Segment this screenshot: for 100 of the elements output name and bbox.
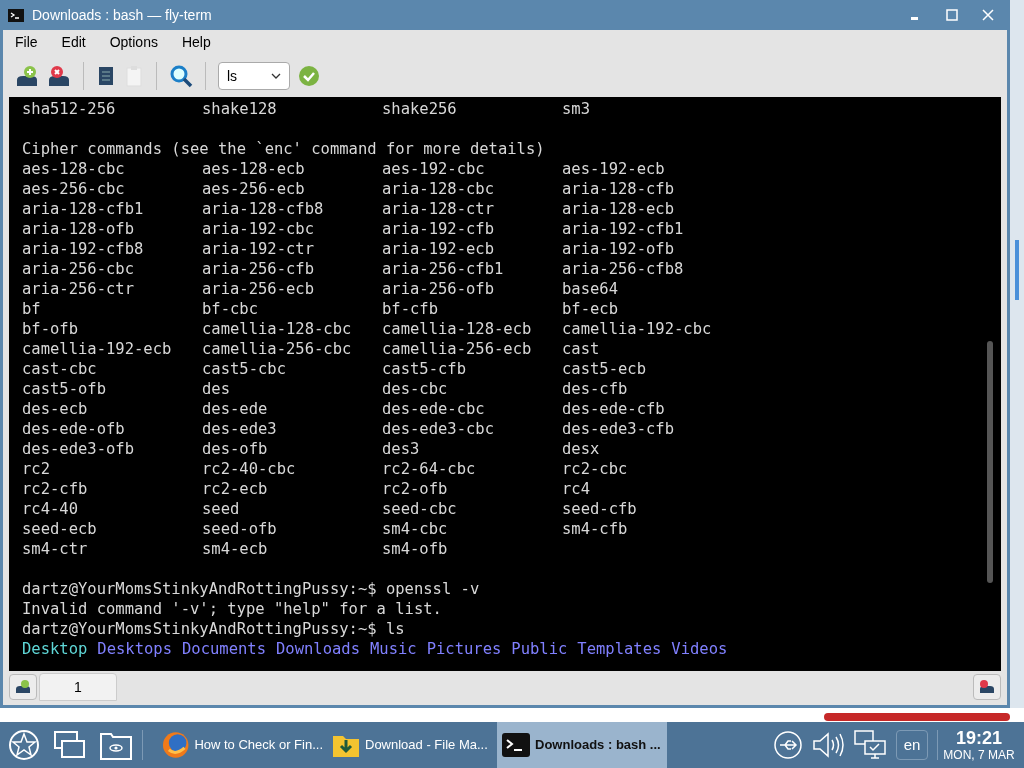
terminal-text: dartz@YourMomsStinkyAndRottingPussy:~$ openssl -v (22, 579, 480, 599)
terminal-text: aria-192-ofb (562, 239, 675, 259)
terminal-text: aria-128-ofb (22, 219, 135, 239)
terminal-text: aria-192-cfb (382, 219, 495, 239)
menu-item[interactable]: Help (177, 32, 215, 53)
terminal-text: aria-192-cfb8 (22, 239, 145, 259)
directory-name: Downloads (276, 639, 360, 659)
terminal-text: aes-128-ecb (202, 159, 306, 179)
terminal-text: sm4-cfb (562, 519, 629, 539)
clock-time[interactable]: 19:21 (955, 728, 1002, 748)
directory-name: Music (370, 639, 417, 659)
terminal-text: cast5-cfb (382, 359, 467, 379)
terminal-text: sm4-ctr (22, 539, 89, 559)
star-launcher-icon[interactable] (8, 729, 40, 761)
menu-item[interactable]: File (11, 32, 42, 53)
terminal-text: rc2-ofb (382, 479, 449, 499)
directory-name: Videos (671, 639, 728, 659)
keyboard-layout[interactable]: en (896, 730, 928, 760)
terminal-text: aes-192-cbc (382, 159, 486, 179)
terminal-text: sm4-ecb (202, 539, 269, 559)
usb-icon[interactable] (774, 731, 802, 759)
terminal-text: bf-cfb (382, 299, 439, 319)
close-tab-button[interactable] (973, 674, 1001, 700)
terminal-text: desx (562, 439, 601, 459)
terminal-text: seed-cfb (562, 499, 638, 519)
network-icon[interactable] (854, 730, 886, 760)
directory-name: Templates (577, 639, 662, 659)
terminal-text: camellia-192-ecb (22, 339, 173, 359)
terminal-text: aria-128-cbc (382, 179, 495, 199)
terminal-text: aria-128-cfb1 (22, 199, 145, 219)
terminal-text: aes-128-cbc (22, 159, 126, 179)
terminal-text: bf (22, 299, 42, 319)
terminal-screen[interactable] (9, 97, 1001, 671)
copy-icon[interactable] (96, 64, 116, 88)
terminal-text: seed-ecb (22, 519, 98, 539)
volume-icon[interactable] (812, 731, 844, 759)
terminal-text: seed (202, 499, 241, 519)
terminal-text: sm4-ofb (382, 539, 449, 559)
terminal-text: aria-192-ecb (382, 239, 495, 259)
remove-user-icon[interactable] (47, 64, 71, 88)
terminal-text: rc4 (562, 479, 591, 499)
terminal-text: aes-256-cbc (22, 179, 126, 199)
terminal-text: cast5-cbc (202, 359, 287, 379)
terminal-text: aes-256-ecb (202, 179, 306, 199)
menu-item[interactable]: Edit (57, 32, 90, 53)
terminal-text: camellia-256-cbc (202, 339, 353, 359)
caret-icon (271, 73, 281, 79)
terminal-text: cast5-ecb (562, 359, 647, 379)
terminal-text: des-ede3-cbc (382, 419, 495, 439)
menu-item[interactable]: Options (105, 32, 162, 53)
terminal-text: des-ede (202, 399, 269, 419)
taskbar-button[interactable]: How to Check or Fin... (157, 722, 327, 768)
terminal-text: aria-192-ctr (202, 239, 315, 259)
clock-date[interactable]: MON, 7 MAR (943, 748, 1015, 762)
terminal-text: cast (562, 339, 601, 359)
directory-name: Pictures (426, 639, 502, 659)
terminal-text: des-ede3-ofb (22, 439, 135, 459)
terminal-icon (8, 8, 24, 22)
new-tab-button[interactable] (9, 674, 37, 700)
close-icon[interactable] (982, 9, 994, 21)
taskbar-button[interactable]: Download - File Ma... (327, 722, 497, 768)
terminal-text: aria-192-cbc (202, 219, 315, 239)
terminal-text: shake256 (382, 99, 458, 119)
terminal-text: dartz@YourMomsStinkyAndRottingPussy:~$ ls (22, 619, 405, 639)
maximize-icon[interactable] (946, 9, 958, 21)
terminal-text: base64 (562, 279, 619, 299)
terminal-text: Cipher commands (see the `enc' command for more details) (22, 139, 545, 159)
terminal-text: camellia-192-cbc (562, 319, 713, 339)
terminal-text: des-ecb (22, 399, 89, 419)
directory-name: Documents (182, 639, 266, 659)
scrollbar-thumb[interactable] (987, 341, 993, 583)
globe-icon (161, 730, 191, 760)
add-user-icon[interactable] (15, 64, 39, 88)
add-user-icon (15, 680, 31, 694)
terminal-text: rc2-40-cbc (202, 459, 297, 479)
windows-icon[interactable] (54, 731, 86, 759)
terminal-text: sha512-256 (22, 99, 117, 119)
terminal-text: aria-192-cfb1 (562, 219, 685, 239)
terminal-text: sm3 (562, 99, 591, 119)
folder-eye-icon[interactable] (100, 730, 132, 760)
terminal-text: rc2-cfb (22, 479, 89, 499)
terminal-text: des-ede-ofb (22, 419, 126, 439)
command-dropdown[interactable]: ls (218, 62, 290, 90)
terminal-text: aria-256-cfb1 (382, 259, 505, 279)
tab[interactable]: 1 (39, 673, 117, 701)
terminal-text: aria-128-cfb8 (202, 199, 325, 219)
terminal-text: aria-128-cfb (562, 179, 675, 199)
terminal-text: rc2-64-cbc (382, 459, 477, 479)
terminal-text: des-cbc (382, 379, 449, 399)
terminal-text: Invalid command '-v'; type "help" for a list. (22, 599, 442, 619)
terminal-text: rc2-ecb (202, 479, 269, 499)
terminal-text: aria-256-cfb (202, 259, 315, 279)
taskbar-button[interactable]: Downloads : bash ... (497, 722, 667, 768)
terminal-text: seed-cbc (382, 499, 458, 519)
remove-user-icon (979, 680, 995, 694)
terminal-text: camellia-128-ecb (382, 319, 533, 339)
terminal-text: aria-128-ctr (382, 199, 495, 219)
search-icon[interactable] (169, 64, 193, 88)
terminal-text: des-ede3-cfb (562, 419, 675, 439)
terminal-text: des (202, 379, 231, 399)
